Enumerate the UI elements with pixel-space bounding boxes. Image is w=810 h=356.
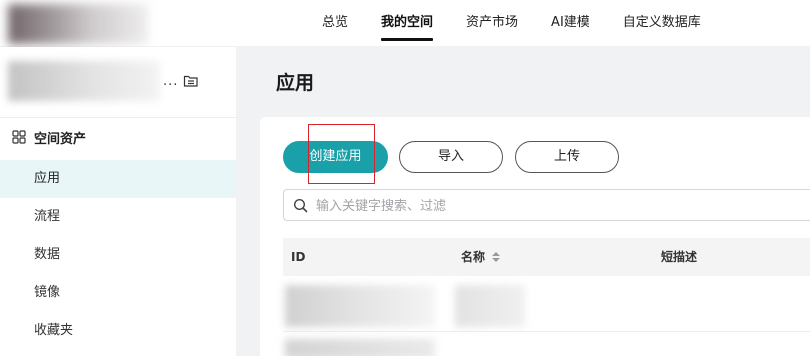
grid-icon (12, 130, 26, 144)
sidebar-item-favorites[interactable]: 收藏夹 (0, 312, 236, 350)
search-input[interactable] (316, 196, 810, 216)
table-row-id-cell[interactable] (285, 285, 435, 327)
space-name (8, 61, 160, 101)
column-header-name[interactable]: 名称 (461, 238, 501, 276)
search-icon (293, 198, 308, 213)
table-row-name-cell[interactable] (455, 285, 525, 327)
sidebar-nav: 应用 流程 数据 镜像 收藏夹 (0, 160, 236, 350)
search-box[interactable] (283, 189, 810, 221)
table-header: ID 名称 短描述 (283, 238, 810, 276)
import-button[interactable]: 导入 (399, 141, 503, 173)
top-nav: 总览 我的空间 资产市场 AI建模 自定义数据库 (322, 0, 734, 46)
page-title: 应用 (276, 72, 315, 94)
upload-button[interactable]: 上传 (515, 141, 619, 173)
nav-ai-modeling[interactable]: AI建模 (551, 0, 590, 46)
column-header-id: ID (291, 250, 306, 264)
nav-custom-database[interactable]: 自定义数据库 (623, 0, 701, 46)
top-bar: 总览 我的空间 资产市场 AI建模 自定义数据库 (0, 0, 810, 46)
create-app-button[interactable]: 创建应用 (283, 141, 388, 173)
section-title: 空间资产 (34, 131, 87, 147)
column-header-description: 短描述 (661, 250, 698, 264)
section-space-assets: 空间资产 (12, 127, 86, 147)
sort-icon[interactable] (491, 251, 501, 263)
sidebar: ... 空间资产 应用 流程 数据 镜像 收藏夹 (0, 47, 236, 356)
logo[interactable] (8, 4, 148, 44)
row-divider (283, 331, 810, 332)
sidebar-item-apps[interactable]: 应用 (0, 160, 236, 198)
nav-asset-market[interactable]: 资产市场 (466, 0, 518, 46)
nav-overview[interactable]: 总览 (322, 0, 348, 46)
sidebar-item-flows[interactable]: 流程 (0, 198, 236, 236)
nav-my-space[interactable]: 我的空间 (381, 0, 434, 46)
sidebar-item-images[interactable]: 镜像 (0, 274, 236, 312)
main-panel: 创建应用 导入 上传 ID 名称 短描述 (260, 117, 810, 356)
space-switcher[interactable]: ... (0, 47, 236, 118)
column-header-name-label: 名称 (461, 250, 486, 264)
table-row-id-cell[interactable] (285, 339, 435, 356)
space-name-ellipsis: ... (163, 74, 179, 89)
sidebar-item-data[interactable]: 数据 (0, 236, 236, 274)
folder-switch-icon[interactable] (183, 74, 199, 88)
